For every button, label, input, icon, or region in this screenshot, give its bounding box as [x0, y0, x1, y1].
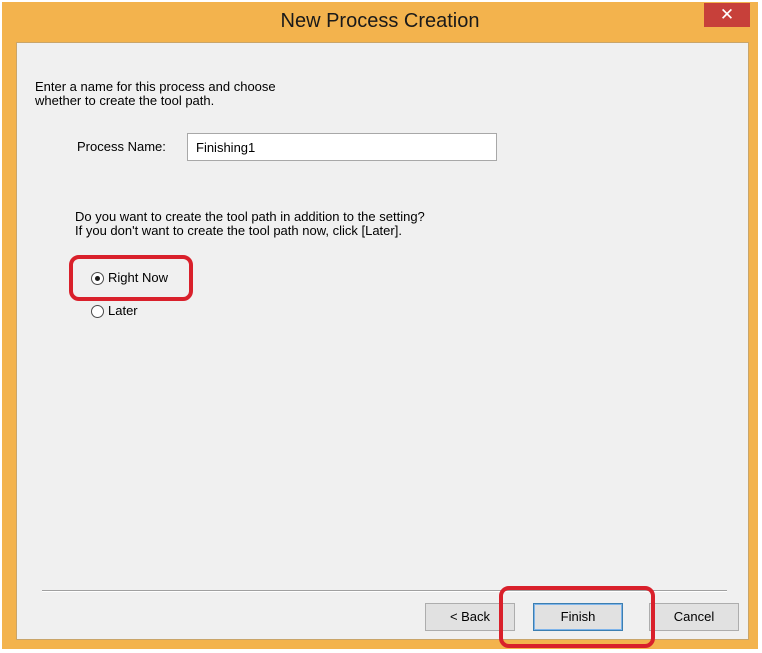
highlight-right-now	[69, 255, 193, 301]
dialog-window: New Process Creation ✕ Enter a name for …	[2, 2, 758, 649]
question-line-2: If you don't want to create the tool pat…	[75, 223, 402, 238]
radio-later-label[interactable]: Later	[108, 303, 138, 319]
title-bar[interactable]: New Process Creation ✕	[2, 2, 758, 42]
highlight-finish	[499, 586, 655, 648]
close-button[interactable]: ✕	[704, 3, 750, 27]
process-name-label: Process Name:	[77, 139, 166, 154]
radio-later[interactable]	[91, 305, 104, 318]
cancel-button[interactable]: Cancel	[649, 603, 739, 631]
dialog-client: Enter a name for this process and choose…	[16, 42, 749, 648]
dialog-title: New Process Creation	[280, 10, 480, 32]
intro-line-2: whether to create the tool path.	[35, 93, 215, 108]
process-name-input[interactable]: Finishing1	[187, 133, 497, 161]
